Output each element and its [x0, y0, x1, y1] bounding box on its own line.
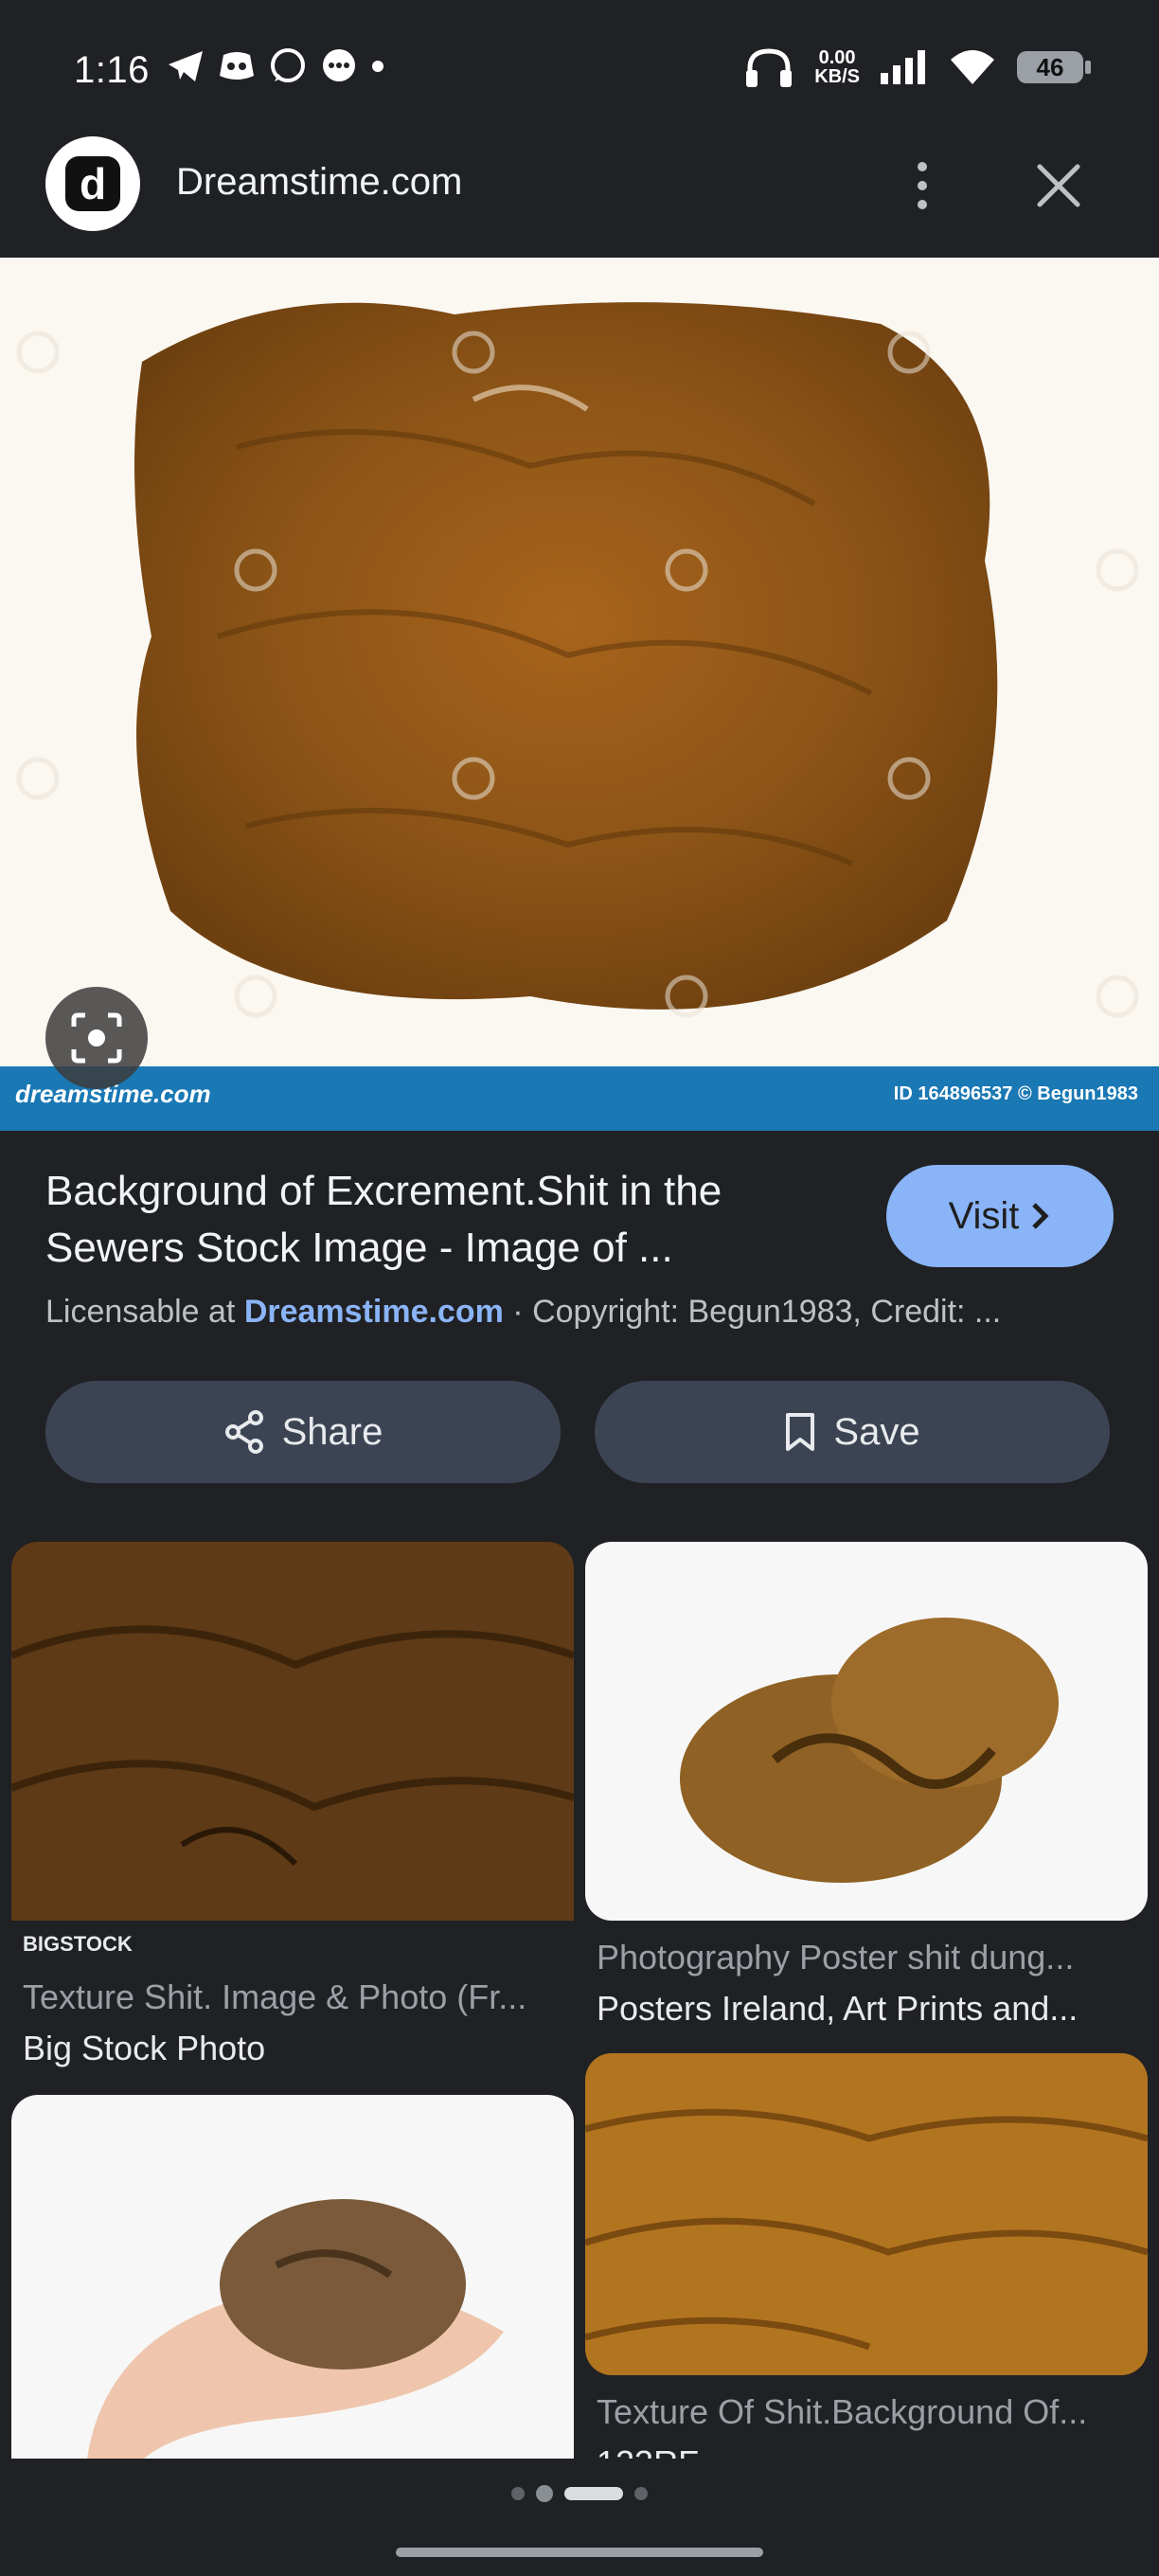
visit-label: Visit	[948, 1194, 1020, 1237]
whatsapp-icon	[271, 48, 305, 82]
system-status: 0.00 KB/S 46	[744, 47, 1091, 87]
related-source-4: 123RF	[597, 2443, 1136, 2459]
page-dot	[511, 2487, 525, 2500]
wifi-icon	[951, 50, 994, 84]
page-dot	[634, 2487, 648, 2500]
thumbnail-texture	[11, 1542, 574, 1977]
status-time: 1:16	[74, 49, 150, 91]
visit-button[interactable]: Visit	[886, 1165, 1114, 1267]
thumbnail-hand	[11, 2095, 574, 2459]
license-line: Licensable at Dreamstime.com · Copyright…	[45, 1294, 1115, 1331]
notification-icons	[167, 47, 384, 85]
watermark-strip: dreamstime.com ID 164896537 © Begun1983	[0, 1066, 1159, 1131]
bigstock-brand: BIGSTOCK	[23, 1932, 133, 1956]
battery-indicator: 46	[1017, 51, 1091, 83]
dot-icon	[372, 61, 383, 72]
close-icon[interactable]	[1032, 159, 1085, 212]
site-name: Dreamstime.com	[176, 161, 463, 203]
save-button[interactable]: Save	[595, 1381, 1110, 1483]
related-image-3[interactable]	[11, 2095, 574, 2459]
site-logo: d	[45, 136, 140, 231]
speed-unit: KB/S	[814, 66, 860, 87]
license-prefix: Licensable at	[45, 1294, 236, 1330]
home-indicator[interactable]	[396, 2548, 763, 2557]
lens-icon	[71, 1012, 122, 1064]
message-icon	[323, 49, 355, 81]
related-title-1[interactable]: Texture Shit. Image & Photo (Fr...	[23, 1977, 562, 2017]
related-title-4[interactable]: Texture Of Shit.Background Of...	[597, 2392, 1136, 2432]
discord-icon	[220, 52, 254, 80]
telegram-icon	[169, 51, 203, 81]
result-title[interactable]: Background of Excrement.Shit in the Sewe…	[45, 1163, 860, 1277]
related-source-1: Big Stock Photo	[23, 2029, 266, 2067]
more-options-icon[interactable]	[903, 157, 941, 214]
thumbnail-dung	[585, 1542, 1148, 1921]
logo-letter: d	[65, 156, 120, 211]
page-dot-active	[564, 2487, 623, 2500]
chevron-right-icon	[1032, 1203, 1049, 1229]
share-button[interactable]: Share	[45, 1381, 561, 1483]
page-dot	[536, 2485, 553, 2502]
watermark-id: ID 164896537 © Begun1983	[893, 1083, 1138, 1104]
speed-value: 0.00	[818, 47, 856, 68]
network-speed: 0.00 KB/S	[814, 48, 860, 86]
bottom-bar	[0, 2459, 1159, 2576]
main-image[interactable]: dreamstime.com ID 164896537 © Begun1983	[0, 258, 1159, 1131]
excrement-photo	[0, 258, 1159, 1066]
related-image-1[interactable]	[11, 1542, 574, 1977]
related-image-2[interactable]	[585, 1542, 1148, 1921]
share-label: Share	[281, 1410, 383, 1453]
share-icon	[224, 1410, 263, 1454]
license-suffix: · Copyright: Begun1983, Credit: ...	[512, 1294, 1002, 1330]
related-title-2[interactable]: Photography Poster shit dung...	[597, 1938, 1136, 1977]
related-image-4[interactable]	[585, 2053, 1148, 2375]
thumbnail-texture-orange	[585, 2053, 1148, 2375]
headphones-icon	[746, 48, 793, 87]
signal-icon	[881, 50, 925, 84]
related-source-2: Posters Ireland, Art Prints and...	[597, 1989, 1079, 2028]
license-source-link[interactable]: Dreamstime.com	[244, 1294, 504, 1330]
save-label: Save	[833, 1410, 920, 1453]
bookmark-icon	[786, 1413, 815, 1451]
lens-search-button[interactable]	[45, 987, 148, 1089]
